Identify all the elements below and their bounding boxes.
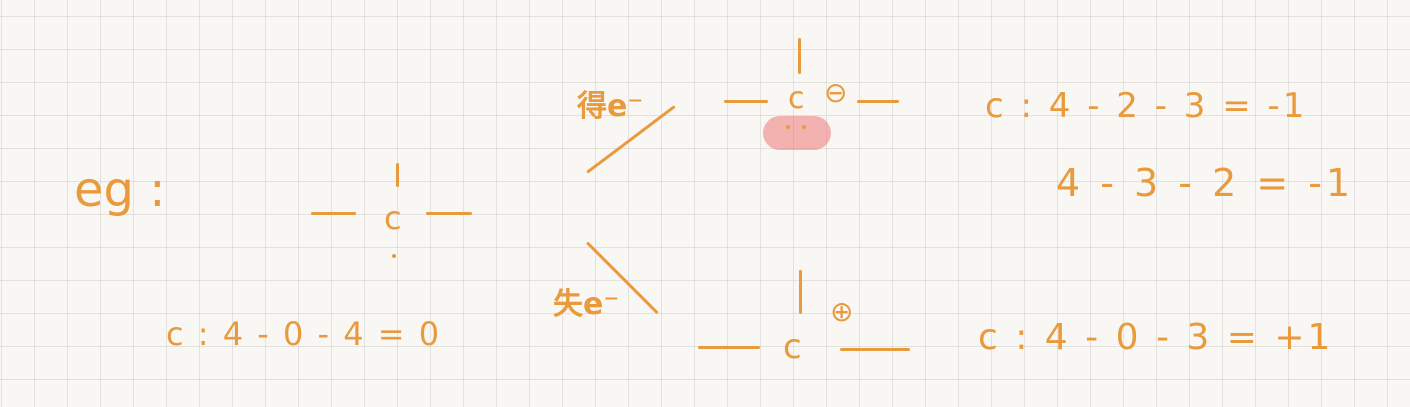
left-bond [311, 212, 356, 215]
lone-pair-highlight [763, 116, 831, 150]
neutral-carbon-atom: c [384, 199, 402, 237]
gain-electron-label: 得e⁻ [577, 89, 644, 124]
carbocation-atom: c [783, 327, 802, 367]
right-bond [426, 212, 472, 215]
neutral-charge-formula: c : 4 - 0 - 4 = 0 [166, 315, 442, 353]
handwritten-note: eg : c c : 4 - 0 - 4 = 0 得e⁻ c ⊖ c : 4 -… [0, 0, 1410, 407]
carbanion-left-bond [724, 100, 768, 103]
carbanion-top-bond [798, 38, 801, 74]
negative-charge-icon: ⊖ [824, 76, 848, 109]
eg-label: eg : [74, 162, 166, 218]
radical-electron-dot [392, 254, 396, 258]
carbanion-right-bond [857, 100, 899, 103]
lone-pair-dot-1 [786, 125, 790, 129]
carbocation-right-bond [840, 348, 910, 351]
carbanion-formula-2: 4 - 3 - 2 = -1 [1056, 161, 1355, 205]
carbanion-atom: c [788, 81, 805, 116]
carbocation-left-bond [698, 346, 760, 349]
positive-charge-icon: ⊕ [830, 295, 854, 328]
top-bond [396, 163, 399, 187]
carbocation-top-bond [799, 270, 802, 314]
carbocation-formula: c : 4 - 0 - 3 = +1 [978, 317, 1334, 358]
lose-electron-label: 失e⁻ [553, 287, 620, 322]
lone-pair-dot-2 [802, 125, 806, 129]
carbanion-formula-1: c : 4 - 2 - 3 = -1 [985, 86, 1308, 126]
